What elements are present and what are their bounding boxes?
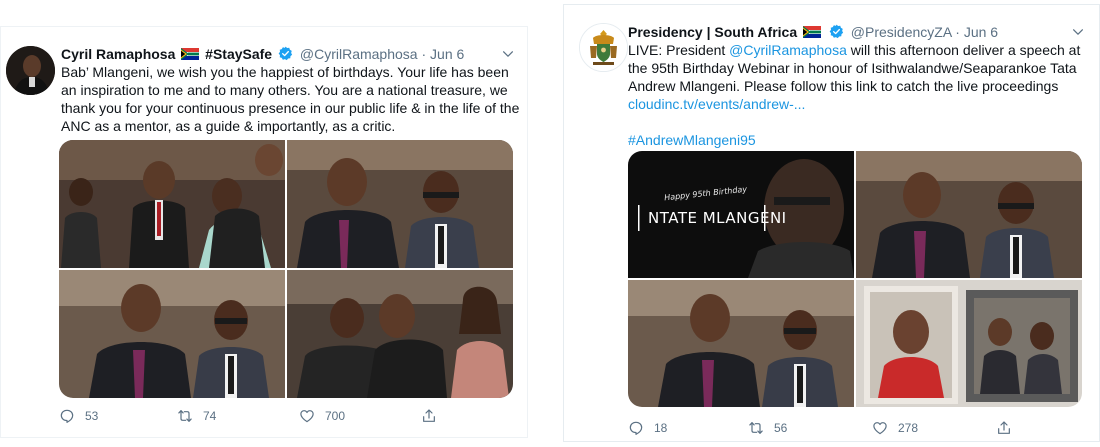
like-count: 278 xyxy=(898,421,919,435)
banner-title: NTATE MLANGENI xyxy=(648,209,787,227)
photo-1[interactable]: Happy 95th Birthday NTATE MLANGENI xyxy=(628,151,854,278)
photo-handshake xyxy=(628,280,854,407)
south-africa-flag-icon xyxy=(181,48,199,60)
author-handle[interactable]: @CyrilRamaphosa xyxy=(300,46,418,62)
like-count: 700 xyxy=(325,409,346,423)
event-link[interactable]: cloudinc.tv/events/andrew-... xyxy=(628,96,805,112)
photo-2[interactable] xyxy=(287,140,513,268)
avatar[interactable] xyxy=(6,46,55,95)
share-button[interactable] xyxy=(996,419,1022,437)
retweet-icon xyxy=(748,420,764,436)
like-button[interactable]: 278 xyxy=(872,419,918,437)
verified-badge-icon xyxy=(278,46,293,61)
photo-handshake xyxy=(59,270,285,398)
reply-button[interactable]: 18 xyxy=(628,419,667,437)
photo-4[interactable] xyxy=(287,270,513,398)
retweet-icon xyxy=(177,408,193,424)
photo-3[interactable] xyxy=(628,280,854,407)
avatar[interactable] xyxy=(579,23,628,72)
tweet-actions: 53 74 700 xyxy=(59,407,459,427)
chevron-down-icon[interactable] xyxy=(501,47,515,61)
photo-4[interactable] xyxy=(856,280,1082,407)
tweet-actions: 18 56 278 xyxy=(628,419,1048,439)
retweet-button[interactable]: 56 xyxy=(748,419,787,437)
media-grid: Happy 95th Birthday NTATE MLANGENI xyxy=(628,151,1082,407)
author-name-suffix[interactable]: #StaySafe xyxy=(205,46,272,62)
retweet-button[interactable]: 74 xyxy=(177,407,216,425)
share-icon xyxy=(421,408,437,424)
coat-of-arms-icon xyxy=(580,24,627,71)
retweet-count: 74 xyxy=(203,409,217,423)
tweet-card-presidency[interactable]: Presidency | South Africa @PresidencyZA … xyxy=(563,4,1100,442)
photo-greeting xyxy=(287,140,513,268)
text-prefix: LIVE: President xyxy=(628,42,730,58)
media-grid xyxy=(59,140,513,398)
tweet-text: Bab’ Mlangeni, we wish you the happiest … xyxy=(61,64,520,134)
hashtag-link[interactable]: #AndrewMlangeni95 xyxy=(628,132,756,148)
like-button[interactable]: 700 xyxy=(299,407,345,425)
share-icon xyxy=(996,420,1012,436)
share-button[interactable] xyxy=(421,407,447,425)
tweet-card-ramaphosa[interactable]: Cyril Ramaphosa #StaySafe @CyrilRamaphos… xyxy=(0,26,528,438)
author-handle[interactable]: @PresidencyZA xyxy=(851,24,952,40)
reply-count: 18 xyxy=(654,421,668,435)
mention-link[interactable]: @CyrilRamaphosa xyxy=(729,42,847,58)
separator-dot: · xyxy=(955,24,960,40)
like-icon xyxy=(299,408,315,424)
separator-dot: · xyxy=(421,46,427,62)
tweet-header: Cyril Ramaphosa #StaySafe @CyrilRamaphos… xyxy=(61,45,464,63)
photo-2[interactable] xyxy=(856,151,1082,278)
photo-3[interactable] xyxy=(59,270,285,398)
reply-count: 53 xyxy=(85,409,99,423)
photo-embrace-crowd xyxy=(287,270,513,398)
chevron-down-icon[interactable] xyxy=(1071,25,1085,39)
retweet-count: 56 xyxy=(774,421,788,435)
photo-framed-portraits xyxy=(856,280,1082,407)
photo-greeting xyxy=(856,151,1082,278)
avatar-photo xyxy=(6,46,55,95)
tweet-date[interactable]: Jun 6 xyxy=(430,46,464,62)
author-name[interactable]: Presidency | South Africa xyxy=(628,24,797,40)
south-africa-flag-icon xyxy=(803,26,821,38)
photo-birthday-embrace xyxy=(59,140,285,268)
tweet-header: Presidency | South Africa @PresidencyZA … xyxy=(628,23,998,41)
reply-button[interactable]: 53 xyxy=(59,407,98,425)
author-name[interactable]: Cyril Ramaphosa xyxy=(61,46,175,62)
tweet-text: LIVE: President @CyrilRamaphosa will thi… xyxy=(628,41,1088,149)
reply-icon xyxy=(628,420,644,436)
reply-icon xyxy=(59,408,75,424)
photo-1[interactable] xyxy=(59,140,285,268)
tweet-date[interactable]: Jun 6 xyxy=(964,24,998,40)
verified-badge-icon xyxy=(829,24,844,39)
like-icon xyxy=(872,420,888,436)
